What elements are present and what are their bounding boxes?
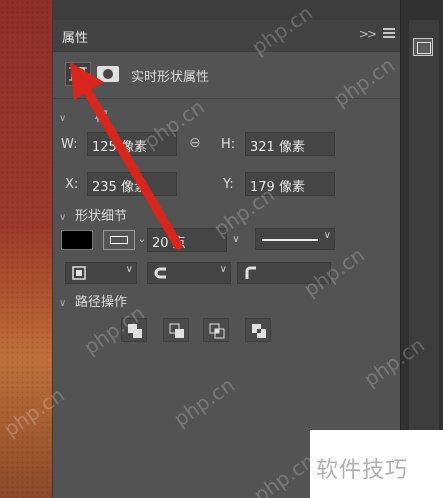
x-field[interactable]: 235 像素 (87, 172, 177, 196)
chevron-down-icon: ∨ (59, 113, 67, 124)
align-stroke-icon (72, 266, 86, 280)
corner-icon (245, 266, 256, 279)
mode-label: 实时形状属性 (131, 70, 210, 85)
subtract-shapes-button[interactable] (163, 318, 189, 342)
exclude-shapes-button[interactable] (245, 318, 271, 342)
height-field[interactable]: 321 像素 (245, 132, 335, 156)
y-label: Y: (223, 177, 234, 192)
right-dock (400, 0, 443, 498)
w-label: W: (61, 137, 78, 152)
shape-frame-icon (69, 67, 87, 81)
fill-color-swatch[interactable] (61, 230, 93, 250)
align-stroke-dropdown[interactable]: ∨ (65, 262, 137, 284)
stroke-type-preview (262, 239, 318, 241)
stroke-type-dropdown[interactable]: ∨ (255, 228, 335, 250)
dock-panel-icon[interactable] (413, 38, 433, 56)
collapse-panel-button[interactable]: >> (359, 27, 377, 41)
panel-menu-icon[interactable] (383, 28, 395, 40)
chevron-down-icon: ∨ (59, 212, 67, 223)
x-label: X: (65, 177, 79, 192)
shape-frame-button[interactable] (65, 62, 91, 86)
intersect-icon (209, 323, 225, 339)
section-shape-heading[interactable]: ∨ 形状细节 (59, 205, 127, 224)
subtract-icon (169, 323, 184, 338)
section-path-heading[interactable]: ∨ 路径操作 (59, 291, 127, 310)
panel-top-strip (52, 0, 400, 20)
cap-type-dropdown[interactable]: ∨ (147, 262, 231, 284)
mask-icon[interactable] (97, 66, 119, 82)
overlay-text: 软件技巧 (316, 458, 409, 483)
panel-title[interactable]: 属性 (62, 27, 88, 46)
section-frame-heading[interactable]: ∨ 框 (59, 106, 108, 125)
panel-tabbar: 属性 >> (53, 20, 401, 52)
cap-icon (154, 267, 166, 279)
link-icon[interactable]: ⊖ (189, 135, 201, 151)
intersect-shapes-button[interactable] (203, 318, 229, 342)
chevron-down-icon: ∨ (219, 264, 227, 275)
chevron-down-icon: ∨ (59, 298, 67, 309)
stroke-color-swatch[interactable] (103, 230, 135, 250)
exclude-icon (252, 324, 266, 338)
stroke-width-field[interactable]: 20 点 (147, 228, 227, 252)
chevron-down-icon: ∨ (323, 230, 331, 241)
dock-strip (409, 20, 439, 490)
chevron-down-icon: ∨ (125, 264, 133, 275)
h-label: H: (221, 137, 236, 152)
